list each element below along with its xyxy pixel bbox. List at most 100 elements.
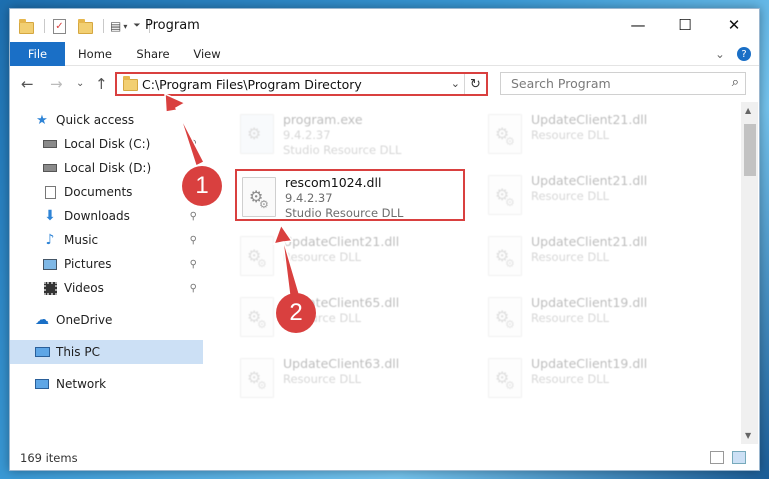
sidebar-item-label: Quick access [56, 113, 135, 127]
sidebar-item-label: Documents [64, 185, 133, 199]
recent-locations-icon[interactable]: ⌄ [76, 78, 84, 89]
pin-icon[interactable]: ⚲ [190, 139, 197, 150]
documents-icon [42, 185, 58, 199]
ribbon-expand-icon[interactable]: ⌄ [712, 42, 728, 66]
sidebar-item-label: OneDrive [56, 313, 113, 327]
scroll-down-icon[interactable]: ▼ [745, 431, 751, 440]
title-bar: ✓ ▤ ▾ ⏷ Program — ☐ ✕ [10, 9, 759, 42]
file-tile[interactable]: ⚙ ⚙ UpdateClient65.dll Resource DLL [235, 291, 465, 343]
dll-file-icon: ⚙ ⚙ [488, 114, 522, 154]
file-name: UpdateClient21.dll [531, 173, 648, 188]
navigation-bar: ← → ⌄ ↑ C:\Program Files\Program Directo… [10, 66, 759, 102]
file-description: Resource DLL [531, 189, 610, 203]
file-icon: ⚙ [240, 114, 274, 154]
file-description: Resource DLL [531, 128, 610, 142]
file-name: program.exe [283, 112, 363, 127]
sidebar-item-onedrive[interactable]: ☁ OneDrive [10, 308, 203, 332]
sidebar-item-label: Downloads [64, 209, 130, 223]
videos-icon [42, 281, 58, 295]
file-tile[interactable]: ⚙ ⚙ UpdateClient63.dll Resource DLL [235, 352, 465, 404]
minimize-button[interactable]: — [615, 9, 661, 41]
search-icon[interactable]: ⌕ [732, 75, 739, 90]
pin-icon[interactable]: ⚲ [190, 235, 197, 246]
file-tile[interactable]: ⚙ ⚙ UpdateClient19.dll Resource DLL [483, 352, 713, 404]
pin-icon[interactable]: ⚲ [190, 283, 197, 294]
close-button[interactable]: ✕ [711, 9, 757, 41]
dll-file-icon: ⚙ ⚙ [488, 358, 522, 398]
large-icons-view-icon[interactable] [732, 451, 746, 464]
sidebar-item-label: This PC [56, 345, 100, 359]
sidebar-item-label: Network [56, 377, 107, 391]
file-description: Resource DLL [531, 250, 610, 264]
file-tile[interactable]: ⚙ ⚙ UpdateClient21.dll Resource DLL [483, 108, 713, 160]
file-version: 9.4.2.37 [285, 191, 333, 205]
file-tile[interactable]: ⚙ ⚙ UpdateClient19.dll Resource DLL [483, 291, 713, 343]
file-name: rescom1024.dll [285, 175, 382, 190]
file-tile[interactable]: ⚙ program.exe 9.4.2.37 Studio Resource D… [235, 108, 465, 160]
file-tile[interactable]: ⚙ ⚙ UpdateClient21.dll Resource DLL [483, 230, 713, 282]
file-name: UpdateClient21.dll [283, 234, 400, 249]
customize-toolbar-icon[interactable]: ⏷ [133, 21, 140, 31]
navigation-pane: ★ Quick access Local Disk (C:) ⚲ Local D… [10, 102, 205, 444]
sidebar-item-downloads[interactable]: ⬇ Downloads ⚲ [10, 204, 203, 228]
sidebar-item-label: Pictures [64, 257, 112, 271]
sidebar-item-this-pc[interactable]: This PC [10, 340, 203, 364]
search-input[interactable]: Search Program [511, 76, 611, 91]
properties-checkmark-icon[interactable]: ✓ [53, 18, 66, 34]
forward-arrow-icon[interactable]: → [50, 75, 63, 93]
vertical-scrollbar[interactable]: ▲ ▼ [741, 102, 758, 444]
pin-icon[interactable]: ⚲ [190, 211, 197, 222]
help-icon[interactable]: ? [737, 47, 751, 61]
tab-view[interactable]: View [187, 42, 227, 66]
tab-file[interactable]: File [10, 42, 65, 66]
tab-share[interactable]: Share [130, 42, 176, 66]
network-icon [34, 377, 50, 391]
sidebar-item-local-disk-d[interactable]: Local Disk (D:) [10, 156, 203, 180]
pin-icon[interactable]: ⚲ [190, 259, 197, 270]
refresh-button[interactable]: ↻ [464, 74, 486, 94]
sidebar-item-local-disk-c[interactable]: Local Disk (C:) ⚲ [10, 132, 203, 156]
file-description: Studio Resource DLL [283, 143, 402, 157]
folder-icon [19, 18, 34, 34]
search-box[interactable]: Search Program ⌕ [500, 72, 746, 95]
file-name: UpdateClient63.dll [283, 356, 400, 371]
chevron-down-icon[interactable]: ▾ [123, 22, 127, 31]
step-badge-2: 2 [276, 293, 316, 333]
sidebar-item-documents[interactable]: Documents ⚲ [10, 180, 203, 204]
file-description: Resource DLL [283, 250, 362, 264]
computer-icon [34, 345, 50, 359]
up-arrow-icon[interactable]: ↑ [95, 75, 108, 93]
sidebar-item-label: Local Disk (D:) [64, 161, 152, 175]
chevron-down-icon[interactable]: ⌄ [451, 77, 460, 90]
file-tile[interactable]: ⚙ ⚙ UpdateClient21.dll Resource DLL [483, 169, 713, 221]
sidebar-item-music[interactable]: ♪ Music ⚲ [10, 228, 203, 252]
tab-home[interactable]: Home [72, 42, 118, 66]
back-arrow-icon[interactable]: ← [21, 75, 34, 93]
status-bar: 169 items [10, 444, 759, 470]
file-description: Resource DLL [531, 372, 610, 386]
file-tile[interactable]: ⚙ ⚙ UpdateClient21.dll Resource DLL [235, 230, 465, 282]
address-path[interactable]: C:\Program Files\Program Directory [142, 77, 362, 92]
sidebar-item-label: Local Disk (C:) [64, 137, 151, 151]
address-bar[interactable]: C:\Program Files\Program Directory ⌄ ↻ [115, 72, 488, 96]
scroll-up-icon[interactable]: ▲ [745, 106, 751, 115]
dll-file-icon: ⚙ ⚙ [240, 236, 274, 276]
file-description: Resource DLL [531, 311, 610, 325]
drive-icon [42, 137, 58, 151]
sidebar-item-pictures[interactable]: Pictures ⚲ [10, 252, 203, 276]
item-count: 169 items [20, 451, 78, 465]
sidebar-item-quick-access[interactable]: ★ Quick access [10, 108, 203, 132]
dll-file-icon: ⚙ ⚙ [488, 297, 522, 337]
explorer-window: ✓ ▤ ▾ ⏷ Program — ☐ ✕ File Home Share Vi… [9, 8, 760, 471]
file-tile-rescom1024[interactable]: ⚙ ⚙ rescom1024.dll 9.4.2.37 Studio Resour… [235, 169, 465, 221]
new-folder-icon[interactable] [78, 18, 93, 34]
file-description: Studio Resource DLL [285, 206, 404, 220]
sidebar-item-network[interactable]: Network [10, 372, 203, 396]
view-options-icon[interactable]: ▤ [110, 19, 121, 33]
sidebar-item-videos[interactable]: Videos ⚲ [10, 276, 203, 300]
maximize-button[interactable]: ☐ [662, 9, 708, 41]
details-view-icon[interactable] [710, 451, 724, 464]
download-icon: ⬇ [44, 208, 56, 224]
scrollbar-thumb[interactable] [744, 124, 756, 176]
file-description: Resource DLL [283, 372, 362, 386]
